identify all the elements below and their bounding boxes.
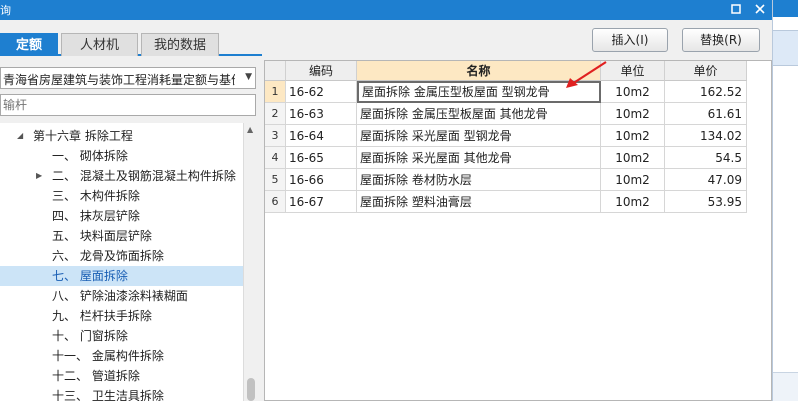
quota-grid: 编码 名称 单位 单价 1 16-62 屋面拆除 金属压型板屋面 型钢龙骨 10… [264,60,772,401]
chapter-tree: ◢ 第十六章 拆除工程 一、 砌体拆除 ▶ 二、 混凝土及钢筋混凝土构件拆除 三… [0,123,243,401]
tree-node-label: 六、 龙骨及饰面拆除 [52,249,164,263]
cell-unit[interactable]: 10m2 [601,191,665,213]
tree-node[interactable]: 六、 龙骨及饰面拆除 [0,246,243,266]
quota-library-select[interactable]: 青海省房屋建筑与装饰工程消耗量定额与基价( ▼ [0,67,256,89]
tree-node-chapter-16[interactable]: ◢ 第十六章 拆除工程 [0,126,243,146]
cell-code[interactable]: 16-66 [286,169,357,191]
tree-node[interactable]: 八、 铲除油漆涂料裱糊面 [0,286,243,306]
tree-node[interactable]: 一、 砌体拆除 [0,146,243,166]
background-toolbar [773,30,798,66]
tree-node-label: 五、 块料面层铲除 [52,229,152,243]
background-titlebar [773,0,798,17]
cell-price[interactable]: 47.09 [665,169,747,191]
cell-unit[interactable]: 10m2 [601,147,665,169]
cell-name[interactable]: 屋面拆除 采光屋面 型钢龙骨 [357,125,601,147]
row-number: 3 [265,125,286,147]
tree-node-label: 八、 铲除油漆涂料裱糊面 [52,289,188,303]
column-header-unit[interactable]: 单位 [601,61,665,81]
window-title: 询 [0,4,11,17]
tab-dinge[interactable]: 定额 [0,33,58,56]
cell-unit[interactable]: 10m2 [601,81,665,103]
cell-name[interactable]: 屋面拆除 塑料油膏层 [357,191,601,213]
cell-code[interactable]: 16-63 [286,103,357,125]
column-header-price[interactable]: 单价 [665,61,747,81]
expand-down-icon[interactable]: ◢ [17,126,23,146]
scroll-up-icon[interactable]: ▲ [247,125,253,134]
tab-rencaiji[interactable]: 人材机 [61,33,138,56]
tree-node-label: 七、 屋面拆除 [52,269,128,283]
title-bar: 询 [0,0,772,20]
search-box[interactable] [0,94,256,116]
replace-button[interactable]: 替换(R) [682,28,760,52]
row-number: 5 [265,169,286,191]
cell-price[interactable]: 54.5 [665,147,747,169]
row-number: 4 [265,147,286,169]
tree-node-label: 十、 门窗拆除 [52,329,128,343]
scrollbar-thumb[interactable] [247,378,255,401]
tree-scrollbar[interactable]: ▲ [243,123,257,401]
cell-name[interactable]: 屋面拆除 金属压型板屋面 其他龙骨 [357,103,601,125]
cell-code[interactable]: 16-65 [286,147,357,169]
tree-node-label: 三、 木构件拆除 [52,189,140,203]
row-number: 6 [265,191,286,213]
tree-node[interactable]: 十一、 金属构件拆除 [0,346,243,366]
cell-unit[interactable]: 10m2 [601,103,665,125]
column-header-code[interactable]: 编码 [286,61,357,81]
tree-node[interactable]: 十三、 卫生洁具拆除 [0,386,243,401]
tree-node[interactable]: ▶ 二、 混凝土及钢筋混凝土构件拆除 [0,166,243,186]
tab-bar: 定额 人材机 我的数据 [0,30,262,56]
tree-node[interactable]: 十二、 管道拆除 [0,366,243,386]
cell-price[interactable]: 61.61 [665,103,747,125]
tree-node-selected[interactable]: 七、 屋面拆除 [0,266,243,286]
tree-node[interactable]: 四、 抹灰层铲除 [0,206,243,226]
background-statusbar [773,372,798,401]
tree-node-label: 十三、 卫生洁具拆除 [52,389,164,401]
row-number: 2 [265,103,286,125]
tab-my-data[interactable]: 我的数据 [141,33,219,56]
maximize-icon[interactable] [726,0,746,20]
tree-node-label: 四、 抹灰层铲除 [52,209,140,223]
cell-name[interactable]: 屋面拆除 卷材防水层 [357,169,601,191]
tree-node-label: 九、 栏杆扶手拆除 [52,309,152,323]
cell-code[interactable]: 16-64 [286,125,357,147]
cell-price[interactable]: 162.52 [665,81,747,103]
tree-node-label: 一、 砌体拆除 [52,149,128,163]
close-icon[interactable] [750,0,770,20]
cell-unit[interactable]: 10m2 [601,125,665,147]
cell-price[interactable]: 134.02 [665,125,747,147]
column-header-rownum [265,61,286,81]
chevron-down-icon[interactable]: ▼ [245,72,252,82]
background-window [772,0,798,401]
left-panel: 青海省房屋建筑与装饰工程消耗量定额与基价( ▼ ◢ 第十六章 拆除工程 一、 砌… [0,60,262,401]
cell-name[interactable]: 屋面拆除 采光屋面 其他龙骨 [357,147,601,169]
tree-node-label: 第十六章 拆除工程 [33,129,133,143]
row-number: 1 [265,81,286,103]
tree-node[interactable]: 十、 门窗拆除 [0,326,243,346]
cell-unit[interactable]: 10m2 [601,169,665,191]
tree-node-label: 十二、 管道拆除 [52,369,140,383]
quota-library-value: 青海省房屋建筑与装饰工程消耗量定额与基价( [3,73,235,87]
tree-node[interactable]: 三、 木构件拆除 [0,186,243,206]
insert-button[interactable]: 插入(I) [592,28,668,52]
tree-node[interactable]: 九、 栏杆扶手拆除 [0,306,243,326]
cell-code[interactable]: 16-67 [286,191,357,213]
cell-price[interactable]: 53.95 [665,191,747,213]
tree-node[interactable]: 五、 块料面层铲除 [0,226,243,246]
expand-right-icon[interactable]: ▶ [36,166,42,186]
cell-code[interactable]: 16-62 [286,81,357,103]
annotation-arrow-icon [566,61,607,88]
tree-node-label: 二、 混凝土及钢筋混凝土构件拆除 [52,169,236,183]
tree-node-label: 十一、 金属构件拆除 [52,349,164,363]
search-input[interactable] [1,95,241,115]
